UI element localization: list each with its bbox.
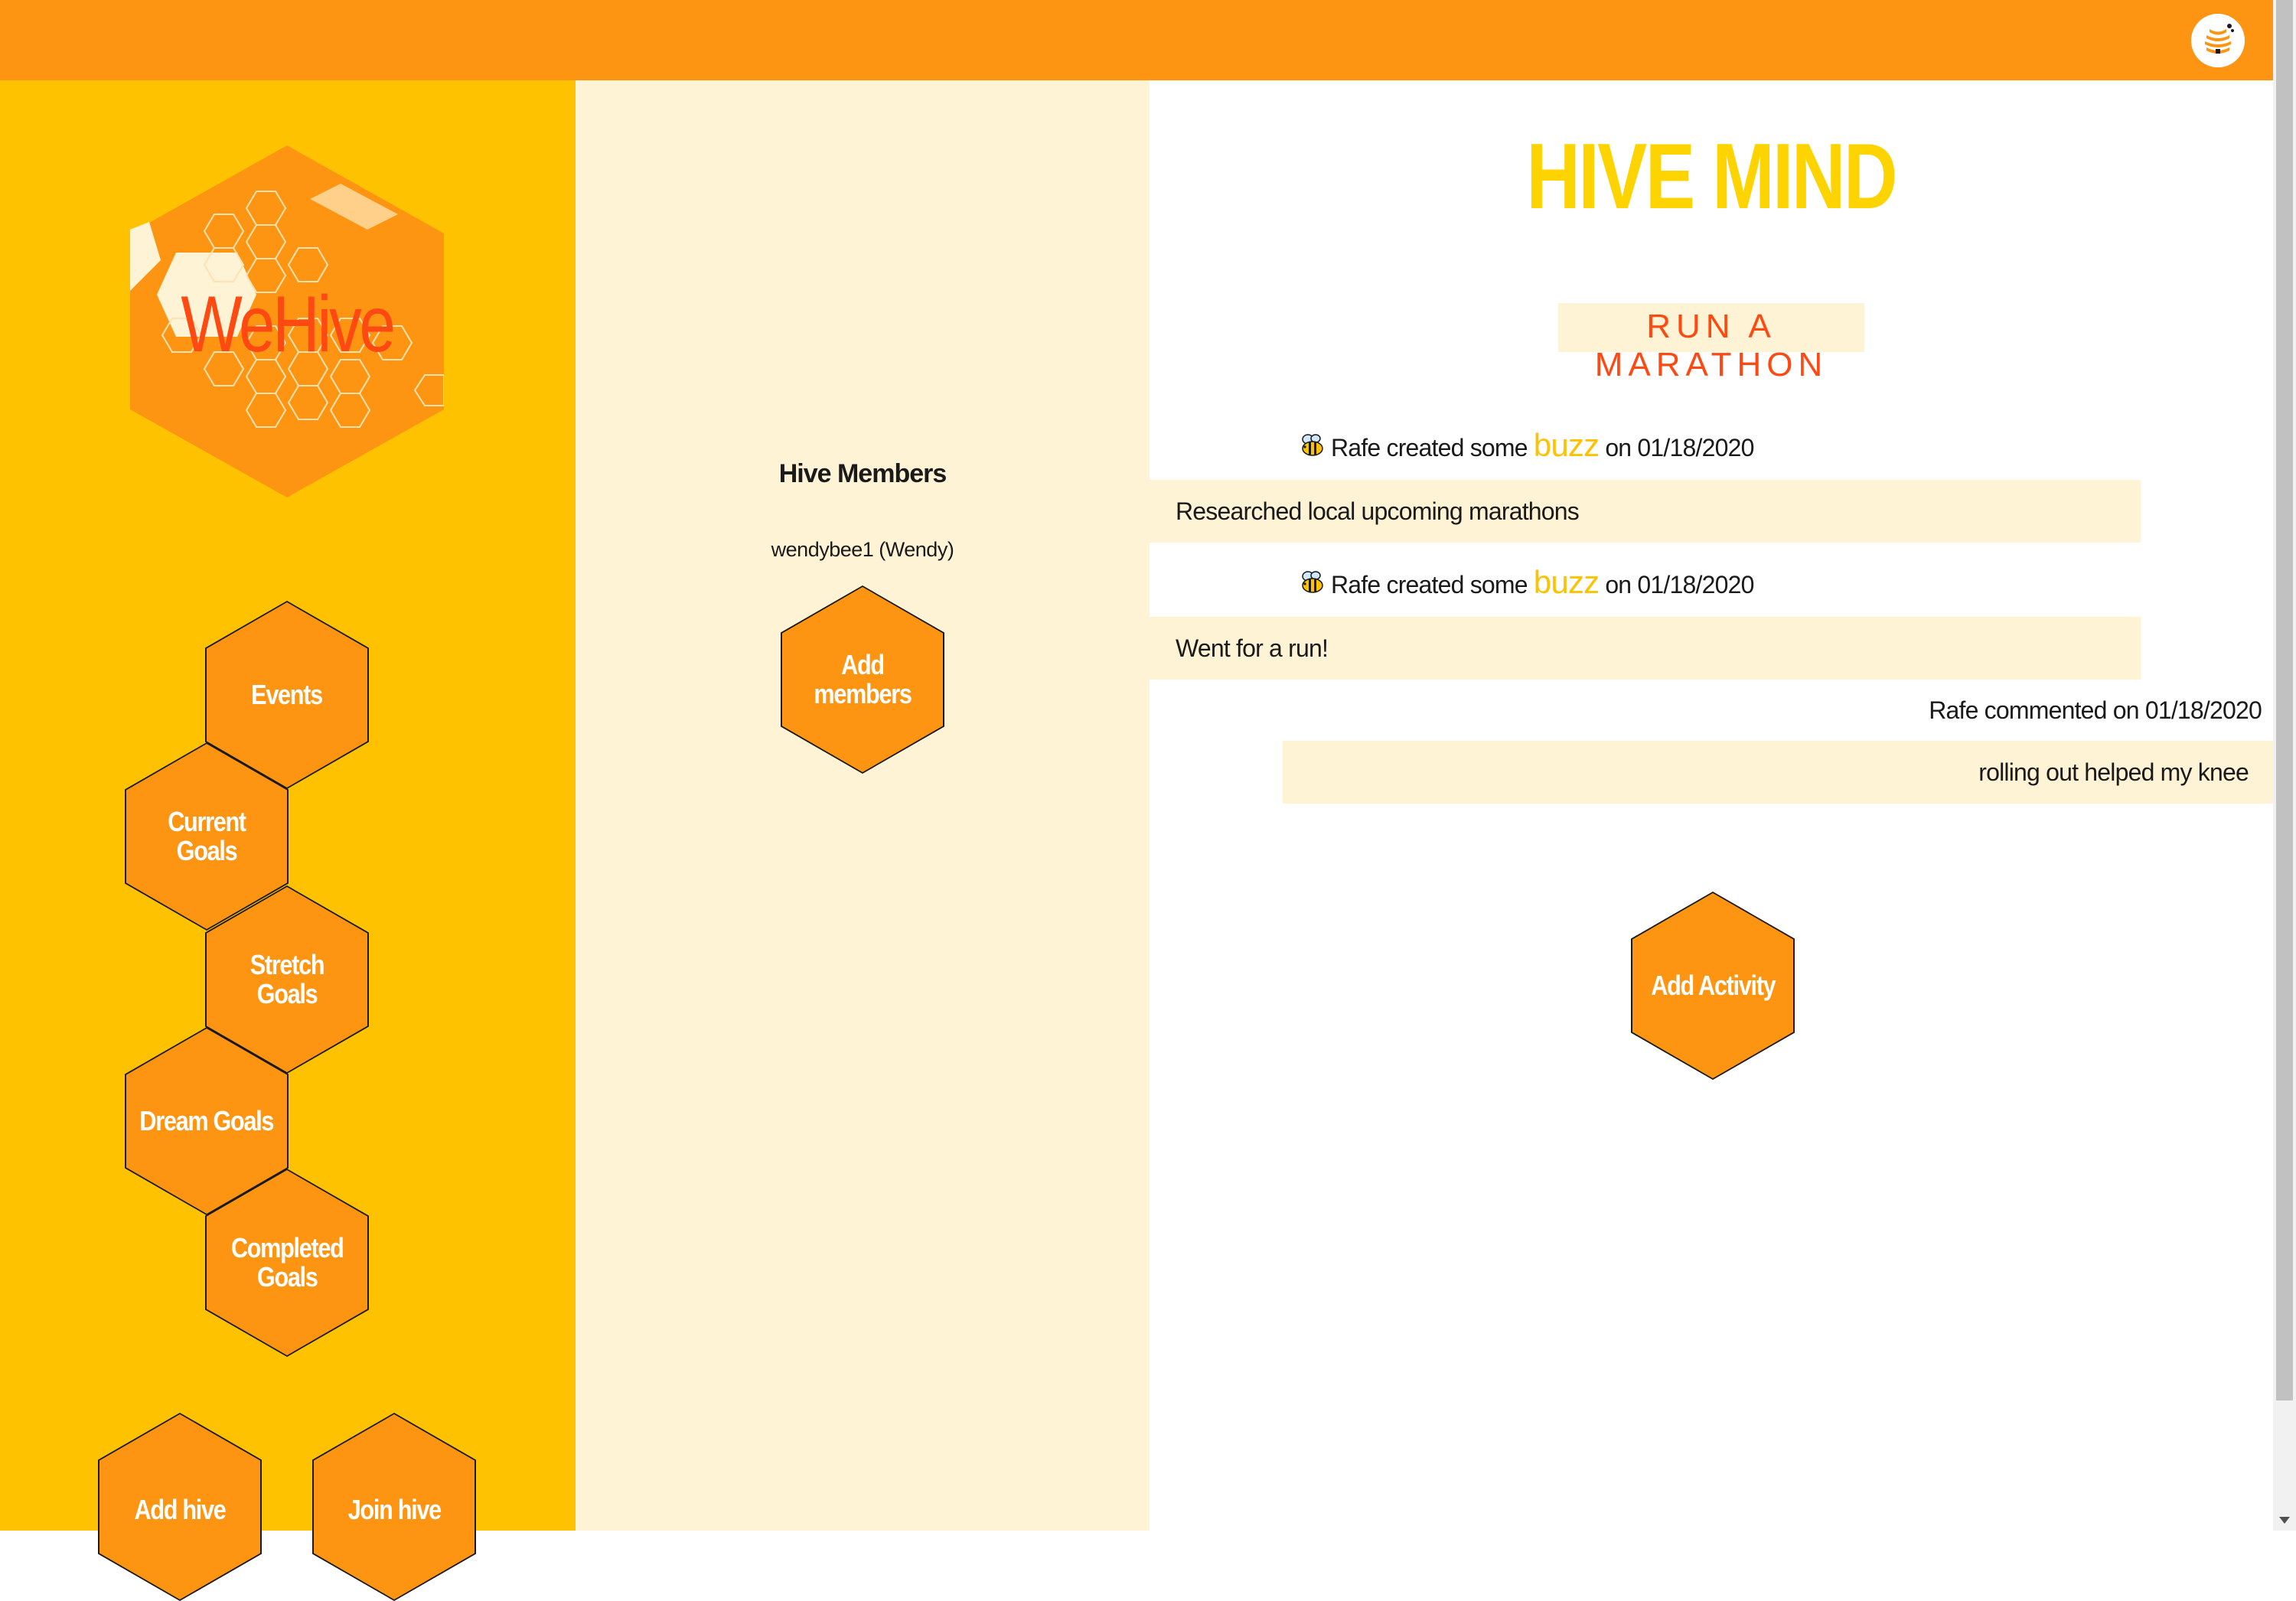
activity-on: on xyxy=(1605,571,1632,598)
buzz-word: buzz xyxy=(1533,564,1600,600)
goal-name: RUN A MARATHON xyxy=(1594,308,1828,383)
bee-icon xyxy=(1302,571,1323,593)
nav-label: Completed Goals xyxy=(230,1232,344,1293)
activity-author: Rafe xyxy=(1331,434,1381,461)
nav-label: Stretch Goals xyxy=(249,949,325,1009)
logo-text: WeHive xyxy=(181,280,396,369)
bee-icon xyxy=(1302,434,1323,456)
scroll-down-icon[interactable] xyxy=(2279,1517,2290,1524)
page-title: HIVE MIND xyxy=(1150,122,2273,230)
comment-header: Rafe commented on 01/18/2020 xyxy=(1929,696,2262,724)
join-hive-label: Join hive xyxy=(347,1494,441,1525)
activity-on: on xyxy=(1605,434,1632,461)
comment-text-content: rolling out helped my knee xyxy=(1978,758,2249,786)
members-panel xyxy=(576,80,1150,1531)
nav-label: Dream Goals xyxy=(139,1105,275,1136)
activity-date: 01/18/2020 xyxy=(1637,571,1754,598)
activity-prefix: created some xyxy=(1386,571,1528,598)
add-activity-label: Add Activity xyxy=(1650,970,1776,1001)
add-members-label: Add members xyxy=(814,649,912,709)
activity-text: Researched local upcoming marathons xyxy=(1150,480,2141,543)
activity-prefix: created some xyxy=(1386,434,1528,461)
activity-date: 01/18/2020 xyxy=(1637,434,1754,461)
activity-author: Rafe xyxy=(1331,571,1381,598)
nav-label: Current Goals xyxy=(168,806,246,866)
nav-label: Events xyxy=(251,679,324,710)
activity-header: Rafe created some buzz on 01/18/2020 xyxy=(1299,427,1754,464)
member-item: wendybee1 (Wendy) xyxy=(771,538,954,561)
main-panel xyxy=(1150,80,2273,1531)
scrollbar-thumb[interactable] xyxy=(2276,0,2293,1400)
page-title-text: HIVE MIND xyxy=(1526,124,1898,228)
top-bar xyxy=(0,0,2273,80)
buzz-word: buzz xyxy=(1533,427,1600,463)
scrollbar[interactable] xyxy=(2273,0,2296,1531)
activity-text-content: Researched local upcoming marathons xyxy=(1176,497,1580,525)
activity-header: Rafe created some buzz on 01/18/2020 xyxy=(1299,564,1754,601)
beehive-icon[interactable] xyxy=(2191,14,2245,67)
members-title: Hive Members xyxy=(778,459,947,488)
add-hive-label: Add hive xyxy=(134,1494,226,1525)
comment-text: rolling out helped my knee xyxy=(1283,741,2273,804)
activity-text-content: Went for a run! xyxy=(1176,634,1329,662)
activity-text: Went for a run! xyxy=(1150,617,2141,680)
